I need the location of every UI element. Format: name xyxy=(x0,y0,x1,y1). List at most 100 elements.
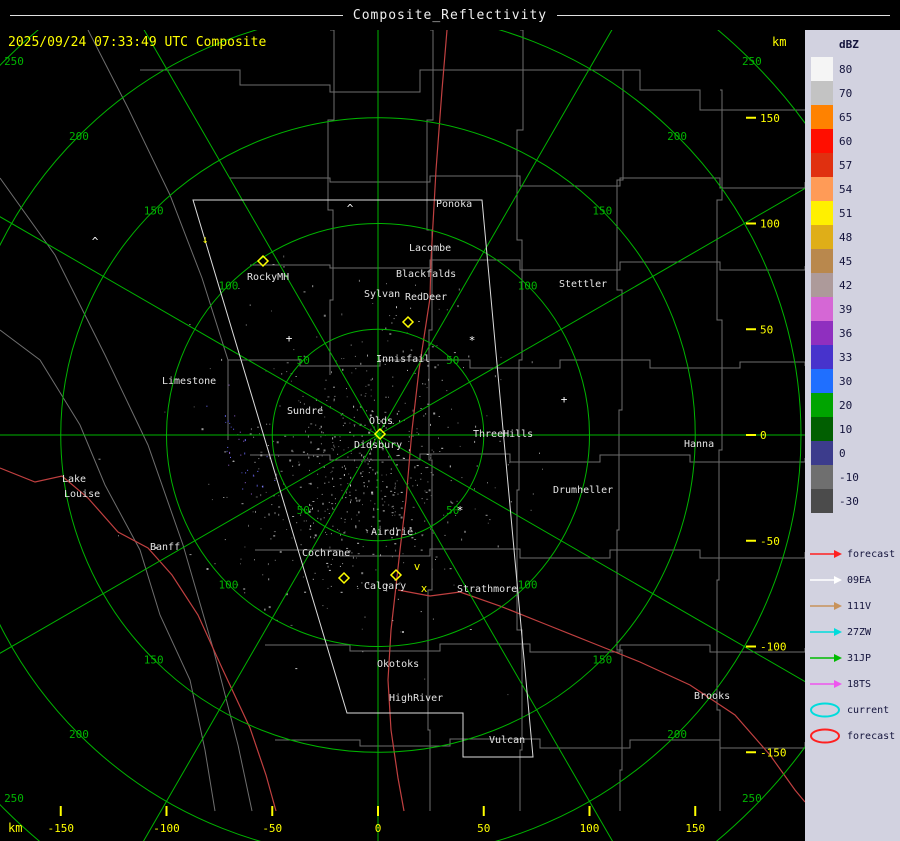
colorbar-value: 0 xyxy=(839,446,846,460)
colorbar-value: -30 xyxy=(839,494,859,508)
title-rule-left xyxy=(10,14,343,16)
colorbar-entry: 70 xyxy=(805,81,900,105)
arrow-icon xyxy=(810,602,842,610)
colorbar-swatch xyxy=(811,177,833,201)
colorbar-swatch xyxy=(811,129,833,153)
legend-label: 111V xyxy=(847,600,872,612)
arrow-icon xyxy=(810,680,842,688)
colorbar-swatch xyxy=(811,369,833,393)
right-axis-label: -150 xyxy=(760,746,787,759)
axis-layer: 150 100 50 0 -50 -100 -150 -150 -100 -50 0 50 100 150… xyxy=(8,112,787,835)
legend-label: 31JP xyxy=(847,652,872,664)
bottom-axis-label: 100 xyxy=(580,822,600,835)
colorbar-entry: 20 xyxy=(805,393,900,417)
colorbar-swatch xyxy=(811,345,833,369)
arrow-icon xyxy=(810,654,842,662)
right-axis-label: -100 xyxy=(760,641,787,654)
colorbar-value: 20 xyxy=(839,398,853,412)
legend-label: forecast xyxy=(847,548,896,560)
svg-text:150: 150 xyxy=(592,205,612,218)
bottom-axis-label: 0 xyxy=(375,822,382,835)
city-label: Hanna xyxy=(684,439,714,450)
legend-item-arrow-31JP: 31JP xyxy=(805,645,900,671)
legend-label: forecast xyxy=(847,730,896,742)
title-bar: Composite_Reflectivity xyxy=(0,0,900,30)
colorbar-entry: 10 xyxy=(805,417,900,441)
radar-site-marker xyxy=(337,571,351,585)
colorbar-value: 33 xyxy=(839,350,853,364)
radar-site-marker xyxy=(389,568,403,582)
colorbar-entry: -10 xyxy=(805,465,900,489)
legend-item-arrow-27ZW: 27ZW xyxy=(805,619,900,645)
colorbar: 80 70 65 60 57 54 51 48 45 42 39 36 33 30 20 10 0 -10 -30 xyxy=(805,57,900,513)
map-area[interactable]: 50 100 150 200 250 50 100 150 200 250 50 100 150 200 2… xyxy=(0,30,805,841)
city-label: Calgary xyxy=(364,581,406,592)
colorbar-value: 70 xyxy=(839,86,853,100)
svg-text:250: 250 xyxy=(742,792,762,805)
star-symbol: * xyxy=(457,504,464,517)
colorbar-entry: 30 xyxy=(805,369,900,393)
timestamp: 2025/09/24 07:33:49 UTC Composite xyxy=(8,35,267,50)
radar-map[interactable]: 50 100 150 200 250 50 100 150 200 250 50 100 150 200 2… xyxy=(0,30,805,841)
colorbar-swatch xyxy=(811,81,833,105)
legend: forecast 09EA 111V 27ZW 31JP 18TS current forec… xyxy=(805,541,900,749)
colorbar-entry: 0 xyxy=(805,441,900,465)
colorbar-value: 45 xyxy=(839,254,853,268)
colorbar-entry: 36 xyxy=(805,321,900,345)
svg-text:250: 250 xyxy=(4,792,24,805)
svg-text:150: 150 xyxy=(592,653,612,666)
bottom-axis-label: -50 xyxy=(262,822,282,835)
colorbar-entry: -30 xyxy=(805,489,900,513)
city-label: RedDeer xyxy=(405,292,447,303)
svg-text:200: 200 xyxy=(667,130,687,143)
city-label: Brooks xyxy=(694,691,730,702)
city-label: Stettler xyxy=(559,279,607,290)
city-label: Vulcan xyxy=(489,735,525,746)
caret-symbol: ^ xyxy=(347,202,354,215)
radar-app: Composite_Reflectivity 50 100 150 200 250 50 1… xyxy=(0,0,900,841)
colorbar-value: 48 xyxy=(839,230,853,244)
legend-label: 27ZW xyxy=(847,626,872,638)
colorbar-swatch xyxy=(811,57,833,81)
svg-text:150: 150 xyxy=(144,653,164,666)
ellipse-icon xyxy=(810,728,840,744)
coverage-outline xyxy=(192,199,534,758)
city-label: RockyMH xyxy=(247,272,289,283)
bottom-axis-label: 150 xyxy=(685,822,705,835)
svg-text:250: 250 xyxy=(4,55,24,68)
colorbar-title: dBZ xyxy=(839,38,859,51)
city-label: Ponoka xyxy=(436,199,472,210)
colorbar-value: 42 xyxy=(839,278,853,292)
x-symbol: x xyxy=(421,582,428,595)
colorbar-swatch xyxy=(811,393,833,417)
svg-text:50: 50 xyxy=(297,504,310,517)
svg-text:200: 200 xyxy=(69,130,89,143)
colorbar-swatch xyxy=(811,249,833,273)
map-symbols: ^ ^ + * + * vx ↓ xyxy=(92,202,568,595)
city-label: Strathmore xyxy=(457,584,517,595)
range-rings xyxy=(0,30,805,841)
colorbar-value: 60 xyxy=(839,134,853,148)
window-title: Composite_Reflectivity xyxy=(352,7,548,23)
bottom-axis-label: 50 xyxy=(477,822,490,835)
city-label: Airdrie xyxy=(371,527,413,538)
axis-unit-bottom: km xyxy=(8,821,22,835)
right-axis-label: 0 xyxy=(760,429,767,442)
caret-symbol: ^ xyxy=(92,235,99,248)
city-label: HighRiver xyxy=(389,693,443,704)
colorbar-entry: 48 xyxy=(805,225,900,249)
colorbar-swatch xyxy=(811,465,833,489)
city-label: Cochrane xyxy=(302,548,350,559)
star-symbol: * xyxy=(469,334,476,347)
colorbar-value: 10 xyxy=(839,422,853,436)
city-label: Sundre xyxy=(287,406,323,417)
colorbar-entry: 42 xyxy=(805,273,900,297)
bottom-axis-label: -100 xyxy=(153,822,180,835)
colorbar-entry: 80 xyxy=(805,57,900,81)
legend-label: current xyxy=(847,704,890,716)
colorbar-value: 54 xyxy=(839,182,853,196)
side-panel: dBZ 80 70 65 60 57 54 51 48 45 42 39 36 33 30 20 10 0 -10… xyxy=(805,30,900,841)
svg-text:200: 200 xyxy=(69,728,89,741)
city-label: Okotoks xyxy=(377,659,419,670)
legend-item-arrow-18TS: 18TS xyxy=(805,671,900,697)
